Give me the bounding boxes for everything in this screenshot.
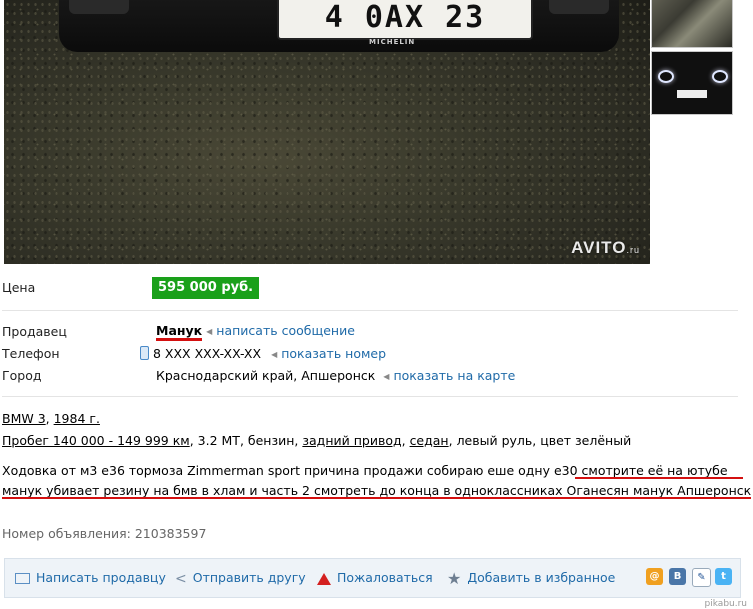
mileage-link[interactable]: Пробег 140 000 - 149 999 км bbox=[2, 433, 190, 448]
thumbnail-car-front[interactable] bbox=[651, 51, 733, 115]
thumb-plate bbox=[677, 90, 707, 98]
write-seller-label: Написать продавцу bbox=[36, 570, 166, 585]
phone-label: Телефон bbox=[2, 346, 60, 361]
wheel: левый руль bbox=[456, 433, 533, 448]
favorite-label: Добавить в избранное bbox=[467, 570, 616, 585]
phone-icon bbox=[140, 346, 149, 360]
description-highlight: смотрите её на ютубе bbox=[581, 463, 728, 478]
description-text: Ходовка от м3 е36 тормоза Zimmerman spor… bbox=[2, 463, 582, 478]
favorite-button[interactable]: ★ Добавить в избранное bbox=[447, 559, 615, 597]
report-label: Пожаловаться bbox=[337, 570, 433, 585]
divider bbox=[2, 396, 738, 397]
thumbnail-engine[interactable] bbox=[651, 0, 733, 48]
warning-icon bbox=[317, 572, 331, 585]
engine: 3.2 MT bbox=[197, 433, 240, 448]
body-link[interactable]: седан bbox=[410, 433, 449, 448]
divider bbox=[2, 310, 738, 311]
price-label: Цена bbox=[2, 280, 36, 295]
arrow-left-icon: ◀ bbox=[271, 350, 278, 359]
report-button[interactable]: Пожаловаться bbox=[317, 559, 433, 597]
car-year-link[interactable]: 1984 г. bbox=[54, 411, 100, 426]
ad-number: Номер объявления: 210383597 bbox=[2, 526, 207, 541]
mail-icon bbox=[15, 573, 30, 584]
headlight-icon bbox=[658, 70, 674, 83]
phone-number: 8 XXX XXX-XX-XX bbox=[153, 346, 262, 361]
bumper-label: MICHELIN bbox=[369, 38, 416, 46]
headlight-icon bbox=[712, 70, 728, 83]
left-lamp bbox=[69, 0, 129, 14]
star-icon: ★ bbox=[447, 568, 462, 588]
city-label: Город bbox=[2, 368, 42, 383]
car-model-link[interactable]: BMW 3 bbox=[2, 411, 46, 426]
city-row: Краснодарский край, Апшеронск ◀ показать … bbox=[156, 368, 515, 383]
car-bumper: 4 0АХ 23 MICHELIN bbox=[59, 0, 619, 52]
show-number-link[interactable]: показать номер bbox=[281, 346, 386, 361]
fuel: бензин bbox=[247, 433, 295, 448]
livejournal-icon[interactable]: ✎ bbox=[692, 568, 711, 587]
seller-row: Манук ◀ написать сообщение bbox=[156, 323, 355, 341]
phone-row: 8 XXX XXX-XX-XX ◀ показать номер bbox=[140, 346, 386, 361]
write-seller-button[interactable]: Написать продавцу bbox=[15, 559, 166, 597]
write-message-link[interactable]: написать сообщение bbox=[216, 323, 355, 338]
send-friend-button[interactable]: < Отправить другу bbox=[175, 559, 306, 597]
watermark-suffix: .ru bbox=[626, 245, 640, 255]
arrow-left-icon: ◀ bbox=[206, 327, 213, 336]
drive-link[interactable]: задний привод bbox=[302, 433, 401, 448]
main-photo[interactable]: 4 0АХ 23 MICHELIN AVITO.ru bbox=[4, 0, 650, 264]
seller-name[interactable]: Манук bbox=[156, 323, 203, 341]
city-value: Краснодарский край, Апшеронск bbox=[156, 368, 376, 383]
license-plate: 4 0АХ 23 bbox=[277, 0, 533, 40]
odnoklassniki-icon[interactable]: @ bbox=[646, 568, 663, 585]
show-on-map-link[interactable]: показать на карте bbox=[393, 368, 515, 383]
twitter-icon[interactable]: t bbox=[715, 568, 732, 585]
car-model-line: BMW 3, 1984 г. bbox=[2, 411, 100, 426]
pikabu-watermark: pikabu.ru bbox=[704, 599, 747, 609]
red-underline bbox=[2, 497, 751, 499]
action-bar: Написать продавцу < Отправить другу Пожал… bbox=[4, 558, 741, 598]
right-lamp bbox=[549, 0, 609, 14]
avito-watermark: AVITO.ru bbox=[571, 238, 640, 258]
red-underline bbox=[575, 477, 743, 479]
price-badge: 595 000 руб. bbox=[152, 277, 260, 299]
arrow-left-icon: ◀ bbox=[383, 372, 390, 381]
car-params-line: Пробег 140 000 - 149 999 км, 3.2 MT, бен… bbox=[2, 433, 632, 448]
watermark-text: AVITO bbox=[571, 238, 627, 257]
color: цвет зелёный bbox=[540, 433, 632, 448]
seller-label: Продавец bbox=[2, 324, 67, 339]
send-friend-label: Отправить другу bbox=[192, 570, 306, 585]
vkontakte-icon[interactable]: B bbox=[669, 568, 686, 585]
share-icon: < bbox=[175, 570, 187, 587]
